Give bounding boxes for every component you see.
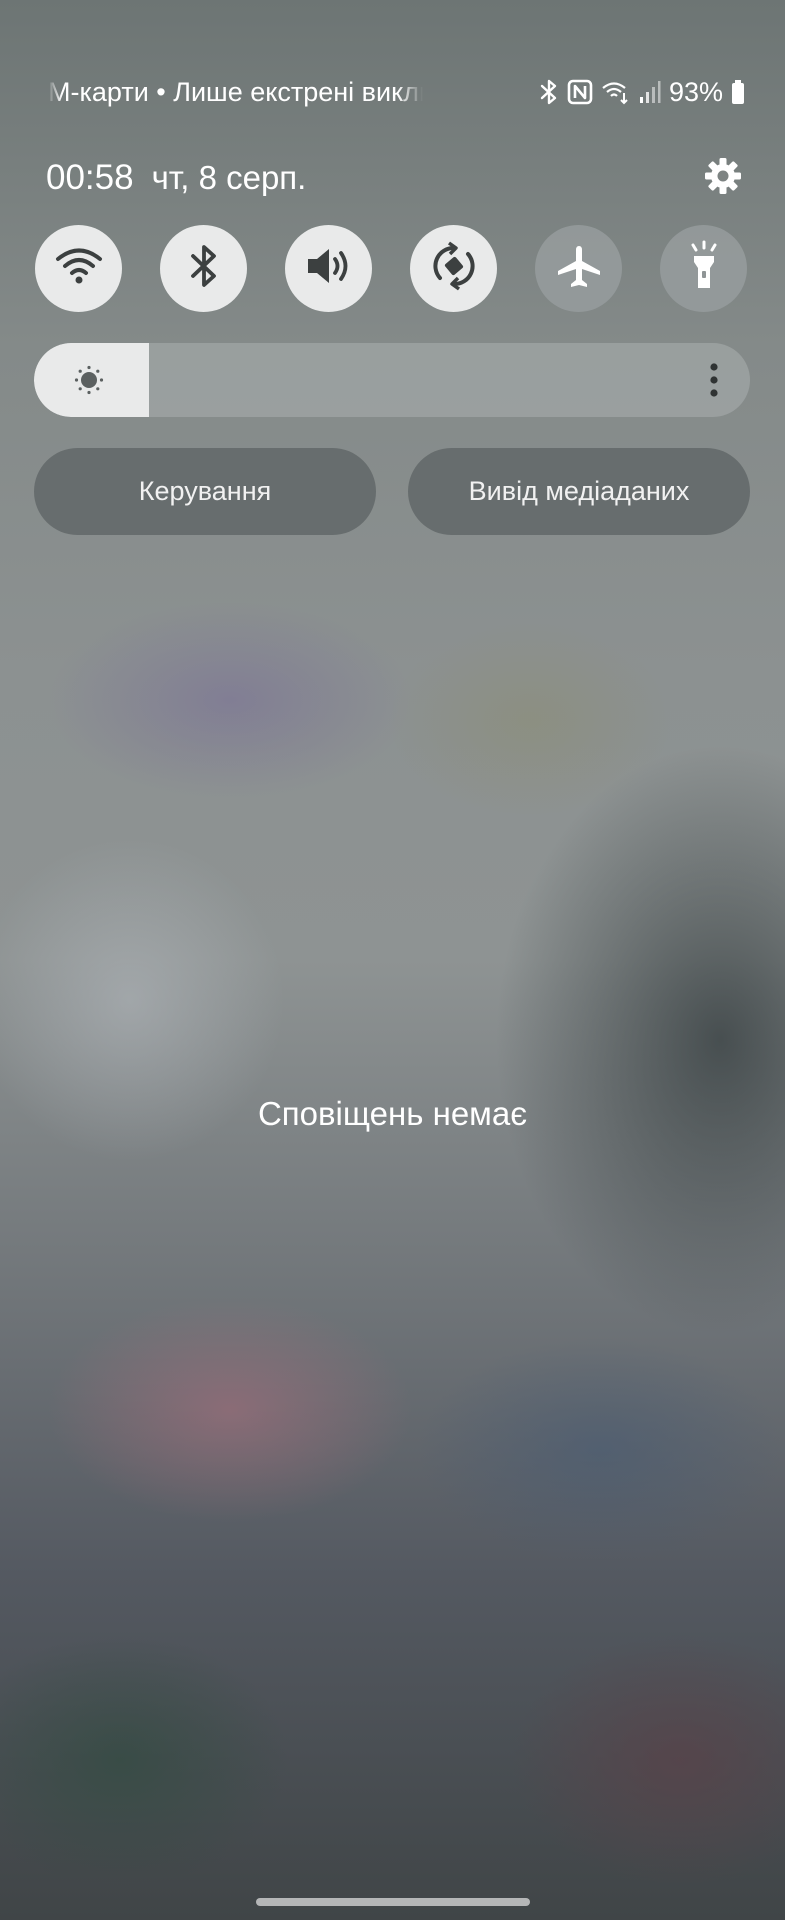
bluetooth-icon — [186, 243, 222, 294]
sun-icon — [74, 365, 104, 395]
toggle-airplane-mode[interactable] — [535, 225, 622, 312]
date-time-row: 00:58 чт, 8 серп. — [46, 152, 745, 204]
nfc-icon — [567, 79, 593, 105]
settings-button[interactable] — [701, 156, 745, 200]
media-output-button[interactable]: Вивід медіаданих — [408, 448, 750, 535]
flashlight-icon — [684, 240, 724, 297]
toggle-auto-rotate[interactable] — [410, 225, 497, 312]
brightness-slider[interactable] — [34, 343, 750, 417]
clock[interactable]: 00:58 — [46, 158, 134, 198]
status-bar: М-карти • Лише екстрені виклики 93% — [48, 72, 745, 112]
navigation-handle[interactable] — [256, 1898, 530, 1906]
sound-icon — [304, 244, 354, 293]
toggle-sound[interactable] — [285, 225, 372, 312]
more-options-icon[interactable] — [708, 362, 720, 398]
toggle-bluetooth[interactable] — [160, 225, 247, 312]
gear-icon — [703, 156, 743, 201]
auto-rotate-icon — [428, 240, 480, 297]
carrier-status-text: М-карти • Лише екстрені виклики — [48, 76, 423, 107]
quick-settings-toggles — [35, 225, 747, 312]
bluetooth-icon — [539, 79, 559, 105]
battery-percent: 93% — [668, 76, 723, 107]
toggle-wifi[interactable] — [35, 225, 122, 312]
status-icons: 93% — [539, 77, 745, 108]
device-control-button[interactable]: Керування — [34, 448, 376, 535]
toggle-flashlight[interactable] — [660, 225, 747, 312]
no-notifications-text: Сповіщень немає — [257, 1095, 528, 1132]
date-time: 00:58 чт, 8 серп. — [46, 158, 306, 198]
signal-icon — [639, 80, 661, 104]
wifi-icon — [55, 246, 103, 291]
date[interactable]: чт, 8 серп. — [152, 159, 307, 197]
battery-icon — [731, 79, 745, 105]
airplane-icon — [555, 242, 603, 295]
wifi-calling-icon — [601, 79, 631, 105]
